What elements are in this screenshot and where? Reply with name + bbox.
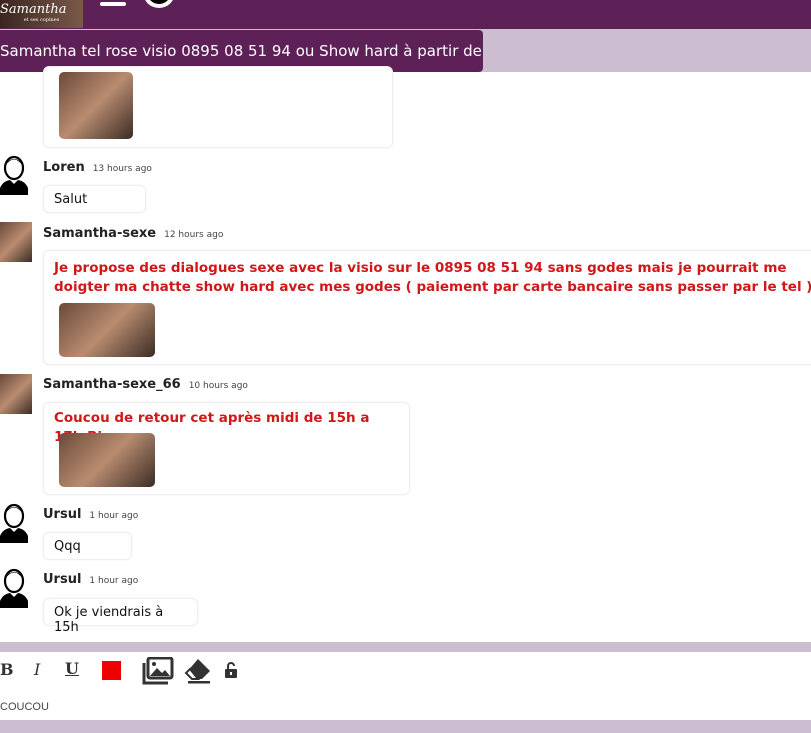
message-author: Loren 13 hours ago [43,160,152,175]
message-time: 10 hours ago [188,381,248,391]
message-bubble: Ok je viendrais à 15h [43,598,198,635]
avatar-default-icon [0,503,28,543]
eraser-icon[interactable] [184,657,212,685]
message-author: Ursul 1 hour ago [43,572,139,587]
message-time: 12 hours ago [164,230,224,240]
message-bubble: Qqq [43,532,132,560]
image-gallery-icon[interactable] [142,657,174,685]
message-bubble: Je propose des dialogues sexe avec la vi… [43,250,811,365]
avatar-default-icon [0,568,28,608]
avatar-default-icon [0,155,28,195]
italic-button[interactable]: I [34,660,40,679]
message-text: Salut [54,192,88,207]
logo-subtext: et ses copines [23,17,60,23]
banner-text: Samantha tel rose visio 0895 08 51 94 ou… [0,42,483,60]
message-bubble: Salut [43,185,146,213]
unlock-icon[interactable] [224,662,238,679]
message-time: 1 hour ago [89,511,139,521]
divider [0,642,811,652]
underline-button[interactable]: U [65,659,79,678]
message-text: Je propose des dialogues sexe avec la vi… [54,260,811,295]
avatar[interactable] [0,374,32,414]
message-time: 1 hour ago [89,576,139,586]
hamburger-icon[interactable] [100,2,126,6]
message-text: Qqq [54,539,81,554]
message-photo[interactable] [59,72,133,139]
message-author: Samantha-sexe 12 hours ago [43,226,224,241]
message-author: Ursul 1 hour ago [43,507,139,522]
avatar[interactable] [0,222,32,262]
bottom-bar [0,720,811,733]
bold-button[interactable]: B [0,660,14,679]
message-author: Samantha-sexe_66 10 hours ago [43,377,248,392]
message-input[interactable]: COUCOU [0,701,49,713]
message-photo[interactable] [59,303,155,357]
message-time: 13 hours ago [92,164,152,174]
color-picker-button[interactable] [102,661,121,680]
message-photo[interactable] [59,433,155,487]
message-text: Ok je viendrais à 15h [54,605,164,635]
logo[interactable]: Samantha et ses copines [0,0,83,28]
logo-text: Samantha [0,2,67,17]
